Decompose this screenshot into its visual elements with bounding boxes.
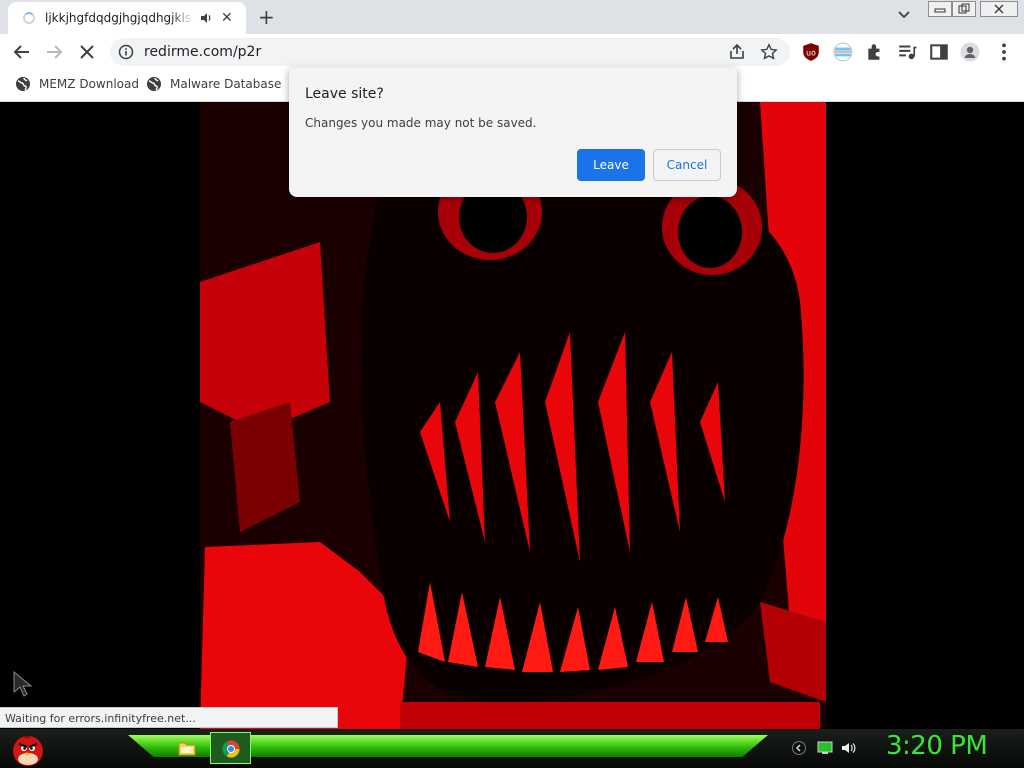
bookmark-label: Malware Database — [170, 77, 282, 91]
minimize-button[interactable] — [928, 1, 952, 17]
extension-flag-icon[interactable] — [833, 42, 853, 62]
toolbar: redirme.com/p2r uo — [0, 34, 1024, 70]
info-icon[interactable] — [118, 44, 134, 60]
back-button[interactable] — [12, 42, 32, 62]
window-close-button[interactable] — [980, 1, 1018, 17]
notification-chevron-icon[interactable] — [792, 741, 806, 755]
taskbar-chrome-button[interactable] — [210, 732, 251, 764]
dialog-message: Changes you made may not be saved. — [305, 116, 537, 130]
minimize-icon — [934, 8, 946, 13]
side-panel-icon[interactable] — [929, 42, 949, 62]
taskbar: 3:20 PM — [0, 729, 1024, 768]
address-bar[interactable]: redirme.com/p2r — [110, 38, 790, 66]
stop-loading-button[interactable] — [77, 42, 97, 62]
new-tab-button[interactable]: + — [258, 5, 275, 29]
media-queue-icon[interactable] — [897, 42, 917, 62]
arrow-right-icon — [47, 45, 63, 59]
status-bubble: Waiting for errors.infinityfree.net... — [0, 707, 338, 728]
profile-avatar-icon[interactable] — [960, 42, 980, 62]
leave-button[interactable]: Leave — [577, 149, 645, 181]
forward-button[interactable] — [44, 42, 64, 62]
leave-site-dialog: Leave site? Changes you made may not be … — [289, 68, 737, 197]
bookmark-malware-database[interactable]: Malware Database — [146, 76, 281, 92]
globe-icon — [16, 77, 30, 91]
tab-close-icon[interactable]: ✕ — [221, 10, 233, 26]
loading-spinner-icon — [23, 12, 35, 24]
bookmark-label: MEMZ Download — [39, 77, 139, 91]
share-icon[interactable] — [728, 43, 746, 61]
tab-title: ljkkjhgfdqdgjhgjqdhgjklstrhqjk — [45, 11, 193, 25]
folder-icon[interactable] — [178, 740, 196, 756]
restore-button[interactable] — [952, 1, 976, 17]
puzzle-icon[interactable] — [865, 42, 885, 62]
window-close-icon — [994, 4, 1004, 14]
cancel-button[interactable]: Cancel — [653, 149, 721, 181]
angry-bird-start-icon[interactable] — [8, 729, 48, 768]
volume-icon[interactable] — [841, 741, 857, 755]
close-icon — [80, 45, 94, 59]
browser-tab[interactable]: ljkkjhgfdqdgjhgjqdhgjklstrhqjk ✕ — [8, 2, 246, 34]
chrome-icon — [222, 740, 240, 758]
taskbar-clock[interactable]: 3:20 PM — [886, 731, 988, 761]
dialog-title: Leave site? — [305, 86, 384, 102]
url-text[interactable]: redirme.com/p2r — [144, 44, 261, 60]
arrow-left-icon — [13, 45, 29, 59]
ublock-icon[interactable]: uo — [801, 42, 821, 62]
menu-kebab-icon[interactable] — [994, 42, 1014, 62]
svg-text:uo: uo — [806, 48, 816, 57]
network-icon[interactable] — [817, 741, 833, 755]
bookmark-memz-download[interactable]: MEMZ Download — [15, 76, 139, 92]
tab-strip: ljkkjhgfdqdgjhgjqdhgjklstrhqjk ✕ + — [0, 0, 1024, 34]
globe-icon — [147, 77, 161, 91]
speaker-icon[interactable] — [199, 11, 213, 25]
restore-icon — [958, 3, 970, 14]
chevron-down-icon[interactable] — [896, 6, 912, 22]
star-icon[interactable] — [760, 43, 778, 61]
